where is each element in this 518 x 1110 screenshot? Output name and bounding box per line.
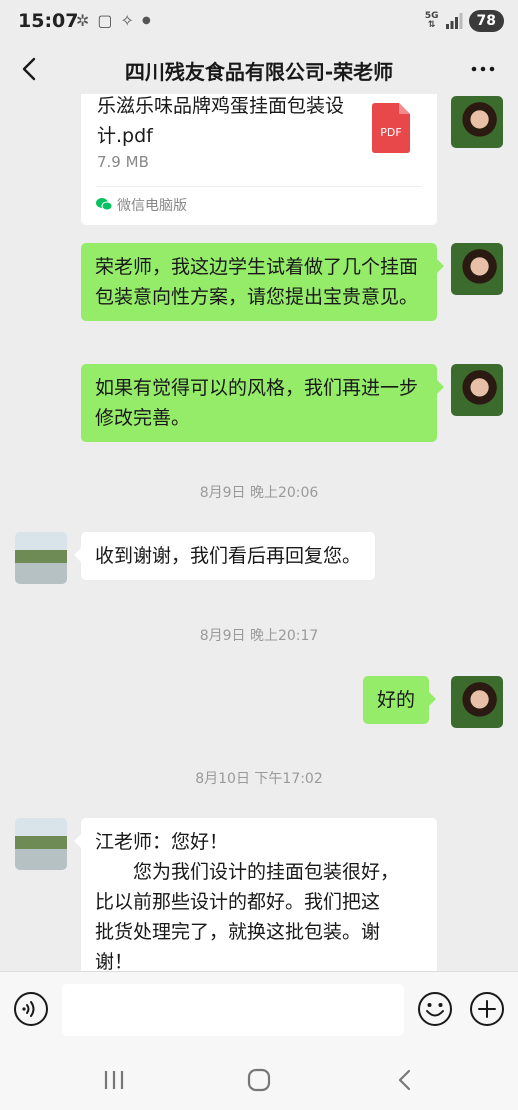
message-text: 如果有觉得可以的风格，我们再进一步修改完善。 [95,377,419,429]
emoji-icon[interactable] [417,991,453,1027]
battery-indicator: 78 [468,10,504,32]
pdf-label: PDF [380,126,401,139]
file-name: 乐滋乐味品牌鸡蛋挂面包装设计.pdf [97,95,345,147]
dot-icon: ● [141,15,151,26]
my-avatar[interactable] [451,243,503,295]
signal-icon [445,13,463,29]
message-timestamp: 8月9日 晚上20:17 [199,628,319,644]
chat-header: 四川残友食品有限公司-荣老师 [0,44,518,94]
file-card-divider [97,186,421,187]
message-bubble-sent[interactable]: 荣老师，我这边学生试着做了几个挂面包装意向性方案，请您提出宝贵意见。 [81,243,444,321]
status-bar: 15:07 ✲ ▢ ✧ ● 5G ⇅ 78 [0,0,518,44]
message-input-bar [0,971,518,1049]
status-system-icons: 5G ⇅ 78 [425,10,504,32]
message-bubble-received[interactable]: 江老师：您好！ 您为我们设计的挂面包装很好， 比以前那些设计的都好。我们把这 批… [74,818,437,971]
back-nav-icon[interactable] [390,1065,420,1095]
message-bubble-received[interactable]: 收到谢谢，我们看后再回复您。 [73,532,376,580]
message-text-line: 比以前那些设计的都好。我们把这 [95,891,381,913]
my-avatar[interactable] [451,96,503,148]
message-text-line: 您为我们设计的挂面包装很好， [95,861,400,883]
plus-icon[interactable] [469,991,505,1027]
status-time: 15:07 [18,10,79,32]
voice-input-icon[interactable] [13,991,49,1027]
system-navigation-bar [0,1049,518,1110]
contact-avatar[interactable] [15,532,67,584]
message-bubble-sent[interactable]: 如果有觉得可以的风格，我们再进一步修改完善。 [81,364,444,442]
recent-apps-icon[interactable] [99,1065,129,1095]
file-size: 7.9 MB [97,153,149,171]
status-notification-icons: ✲ ▢ ✧ ● [76,10,151,32]
network-type-icon: 5G ⇅ [424,11,439,30]
flower-icon: ✲ [76,11,90,30]
chat-title: 四川残友食品有限公司-荣老师 [124,60,394,84]
message-text-input[interactable] [62,984,404,1036]
message-text-line: 谢！ [95,951,134,971]
my-avatar[interactable] [451,676,503,728]
more-options-icon[interactable] [466,52,500,86]
gallery-icon: ▢ [97,11,113,30]
message-timestamp: 8月9日 晚上20:06 [199,485,319,501]
chat-message-list[interactable]: 乐滋乐味品牌鸡蛋挂面包装设计.pdf 7.9 MB PDF 微信电脑版 荣老师，… [0,94,518,971]
app-icon: ✧ [120,11,134,30]
my-avatar[interactable] [451,364,503,416]
message-bubble-sent[interactable]: 好的 [363,676,437,724]
wechat-icon [96,198,112,211]
message-timestamp: 8月10日 下午17:02 [195,771,323,787]
home-icon[interactable] [244,1065,274,1095]
pdf-file-icon: PDF [372,103,410,153]
message-text-line: 江老师：您好！ [95,831,229,853]
message-text: 收到谢谢，我们看后再回复您。 [95,545,362,567]
file-message-card[interactable]: 乐滋乐味品牌鸡蛋挂面包装设计.pdf 7.9 MB PDF 微信电脑版 [81,94,437,225]
message-text-line: 批货处理完了，就换这批包装。谢 [95,921,381,943]
contact-avatar[interactable] [15,818,67,870]
file-source-label: 微信电脑版 [117,198,187,214]
message-text: 好的 [377,689,416,711]
message-text: 荣老师，我这边学生试着做了几个挂面包装意向性方案，请您提出宝贵意见。 [95,256,419,308]
